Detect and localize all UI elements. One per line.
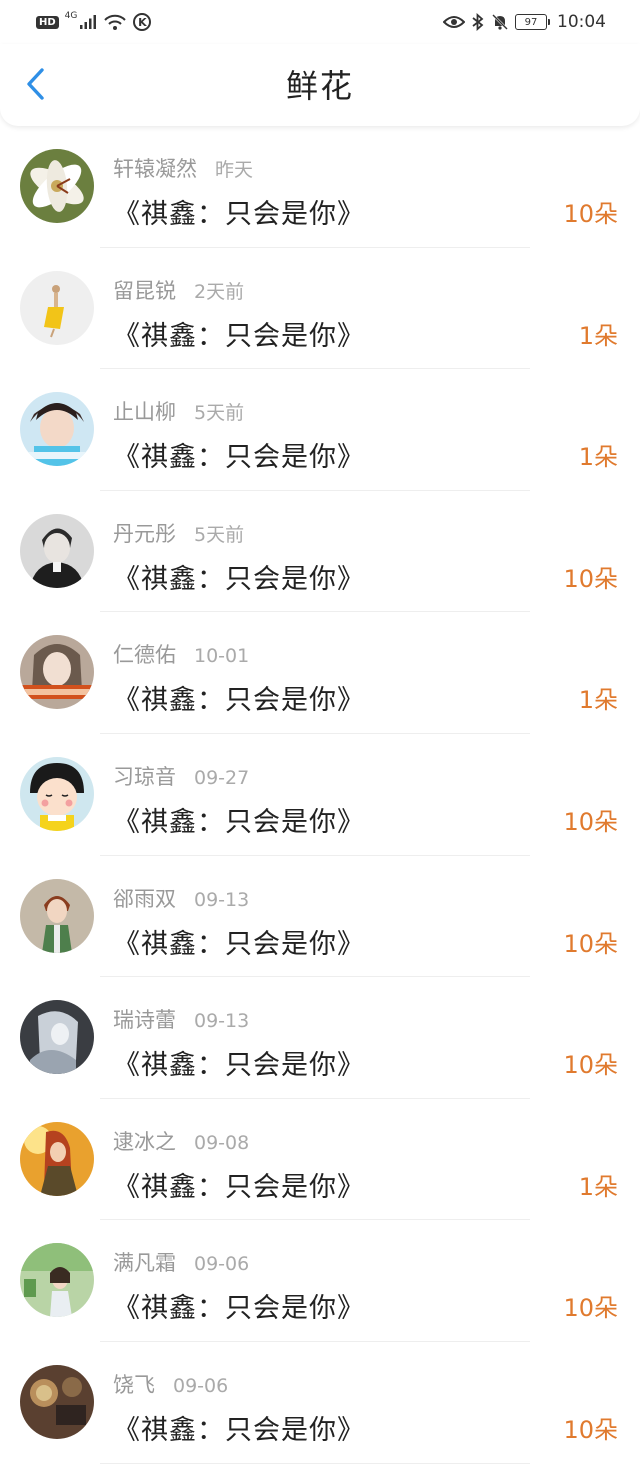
book-title: 《祺鑫：只会是你》	[113, 1293, 365, 1325]
network-label: 4G	[64, 11, 78, 21]
flower-amount: 1朵	[578, 1172, 618, 1201]
user-name: 习琼音	[113, 764, 176, 789]
user-name: 仁德佑	[113, 643, 176, 668]
meta: 仁德佑 10-01	[113, 639, 249, 669]
status-right: 97 10:04	[443, 12, 606, 32]
timestamp: 09-06	[173, 1374, 229, 1397]
meta: 习琼音 09-27	[113, 761, 249, 791]
timestamp: 09-06	[194, 1253, 250, 1276]
flower-amount: 1朵	[578, 686, 618, 715]
flower-amount: 1朵	[578, 443, 618, 472]
avatar[interactable]	[20, 149, 94, 223]
book-title: 《祺鑫：只会是你》	[113, 1414, 365, 1446]
avatar[interactable]	[20, 756, 94, 831]
list-item[interactable]: 逮冰之 09-08 《祺鑫：只会是你》 1朵	[0, 1099, 640, 1221]
book-title: 《祺鑫：只会是你》	[113, 320, 365, 352]
k-badge-icon: K	[133, 13, 152, 31]
list-item[interactable]: 饶飞 09-06 《祺鑫：只会是你》 10朵	[0, 1342, 640, 1464]
timestamp: 09-27	[194, 766, 250, 789]
avatar[interactable]	[20, 635, 94, 710]
list-item[interactable]: 仁德佑 10-01 《祺鑫：只会是你》 1朵	[0, 612, 640, 734]
flower-amount: 10朵	[563, 1415, 618, 1444]
bluetooth-icon	[472, 13, 484, 31]
signal-icon	[80, 15, 97, 29]
book-title: 《祺鑫：只会是你》	[113, 442, 365, 474]
avatar[interactable]	[20, 392, 94, 467]
list-item[interactable]: 习琼音 09-27 《祺鑫：只会是你》 10朵	[0, 734, 640, 856]
flower-amount: 1朵	[578, 321, 618, 350]
timestamp: 5天前	[194, 402, 245, 425]
timestamp: 09-08	[194, 1131, 250, 1154]
timestamp: 09-13	[194, 1010, 250, 1033]
book-title: 《祺鑫：只会是你》	[113, 928, 365, 960]
flower-amount: 10朵	[563, 1051, 618, 1080]
timestamp: 09-13	[194, 888, 250, 911]
book-title: 《祺鑫：只会是你》	[113, 1171, 365, 1203]
timestamp: 2天前	[194, 280, 245, 303]
book-title: 《祺鑫：只会是你》	[113, 685, 365, 717]
eye-icon	[443, 16, 465, 28]
list-item[interactable]: 止山柳 5天前 《祺鑫：只会是你》 1朵	[0, 369, 640, 491]
user-name: 留昆锐	[113, 278, 176, 303]
avatar[interactable]	[20, 1121, 94, 1196]
user-name: 丹元彤	[113, 521, 176, 546]
user-name: 饶飞	[113, 1372, 155, 1397]
status-left: HD 4G K	[36, 11, 152, 31]
list-item[interactable]: 丹元彤 5天前 《祺鑫：只会是你》 10朵	[0, 491, 640, 613]
status-bar: HD 4G K 97 10:04	[0, 0, 640, 44]
avatar[interactable]	[20, 1000, 94, 1075]
list-item[interactable]: 留昆锐 2天前 《祺鑫：只会是你》 1朵	[0, 248, 640, 370]
avatar[interactable]	[20, 878, 94, 953]
meta: 满凡霜 09-06	[113, 1247, 249, 1277]
meta: 郤雨双 09-13	[113, 883, 249, 913]
timestamp: 5天前	[194, 523, 245, 546]
meta: 止山柳 5天前	[113, 396, 244, 426]
avatar[interactable]	[20, 1243, 94, 1318]
meta: 饶飞 09-06	[113, 1369, 228, 1399]
timestamp: 10-01	[194, 645, 250, 668]
user-name: 满凡霜	[113, 1251, 176, 1276]
avatar[interactable]	[20, 1364, 94, 1439]
meta: 逮冰之 09-08	[113, 1126, 249, 1156]
user-name: 轩辕凝然	[113, 157, 197, 181]
flower-amount: 10朵	[563, 929, 618, 958]
mute-bell-icon	[492, 14, 508, 30]
book-title: 《祺鑫：只会是你》	[113, 563, 365, 595]
flower-amount: 10朵	[563, 564, 618, 593]
clock: 10:04	[557, 12, 606, 32]
flower-amount: 10朵	[563, 1294, 618, 1323]
meta: 轩辕凝然 昨天	[113, 153, 253, 183]
user-name: 逮冰之	[113, 1129, 176, 1154]
list-item[interactable]: 满凡霜 09-06 《祺鑫：只会是你》 10朵	[0, 1220, 640, 1342]
meta: 瑞诗蕾 09-13	[113, 1004, 249, 1034]
battery-icon: 97	[515, 14, 550, 30]
user-name: 瑞诗蕾	[113, 1008, 176, 1033]
list-item[interactable]: 轩辕凝然 昨天 《祺鑫：只会是你》 10朵	[0, 126, 640, 248]
page-title: 鲜花	[285, 67, 354, 105]
list-item[interactable]: 瑞诗蕾 09-13 《祺鑫：只会是你》 10朵	[0, 977, 640, 1099]
book-title: 《祺鑫：只会是你》	[113, 199, 365, 230]
book-title: 《祺鑫：只会是你》	[113, 806, 365, 838]
wifi-icon	[104, 14, 127, 30]
meta: 留昆锐 2天前	[113, 275, 244, 305]
flower-amount: 10朵	[563, 807, 618, 836]
hd-badge: HD	[36, 15, 59, 29]
book-title: 《祺鑫：只会是你》	[113, 1050, 365, 1082]
flower-list: 轩辕凝然 昨天 《祺鑫：只会是你》 10朵 留昆锐 2天前 《祺鑫：只会是你》 …	[0, 126, 640, 1464]
user-name: 止山柳	[113, 400, 176, 425]
user-name: 郤雨双	[113, 886, 176, 911]
list-item[interactable]: 郤雨双 09-13 《祺鑫：只会是你》 10朵	[0, 856, 640, 978]
header: 鲜花	[0, 44, 640, 126]
timestamp: 昨天	[215, 159, 254, 181]
flower-amount: 10朵	[563, 200, 618, 228]
avatar[interactable]	[20, 270, 94, 345]
meta: 丹元彤 5天前	[113, 518, 244, 548]
avatar[interactable]	[20, 513, 94, 588]
